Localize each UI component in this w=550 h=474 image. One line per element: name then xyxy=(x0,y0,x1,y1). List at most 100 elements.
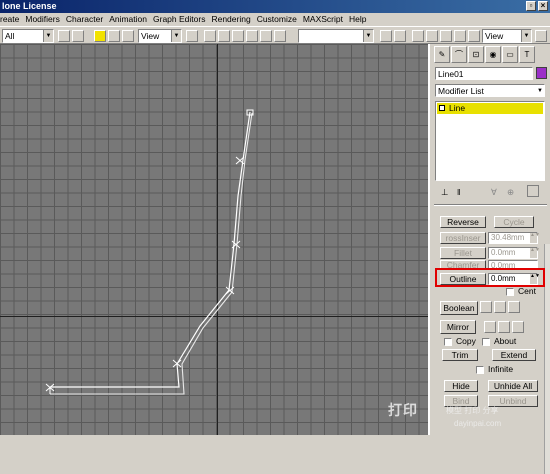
hierarchy-tab-icon[interactable]: ⊡ xyxy=(468,46,484,63)
select-object-icon[interactable] xyxy=(58,30,70,42)
rotate-icon[interactable] xyxy=(108,30,120,42)
scale-icon[interactable] xyxy=(122,30,134,42)
render-last-icon[interactable] xyxy=(535,30,547,42)
vertex-4[interactable] xyxy=(225,286,235,295)
subtraction-icon[interactable] xyxy=(494,301,506,313)
make-unique-icon[interactable]: ∀ xyxy=(491,187,497,198)
intersection-icon[interactable] xyxy=(508,301,520,313)
chevron-down-icon: ▼ xyxy=(363,30,373,42)
reference-coord-value: View xyxy=(141,31,160,41)
move-icon[interactable] xyxy=(94,30,106,42)
object-name-field[interactable]: Line01 xyxy=(435,67,533,80)
copy-checkbox[interactable] xyxy=(444,338,452,346)
bind-space-warp-icon[interactable] xyxy=(232,30,244,42)
line01-shape[interactable] xyxy=(0,44,430,435)
cycle-button[interactable]: Cycle xyxy=(494,216,534,228)
curve-editor-icon[interactable] xyxy=(412,30,424,42)
chevron-down-icon: ▼ xyxy=(171,30,181,42)
align-icon[interactable] xyxy=(394,30,406,42)
menu-modifiers[interactable]: Modifiers xyxy=(25,13,59,26)
line01-spline[interactable] xyxy=(50,111,251,388)
front-viewport[interactable] xyxy=(0,44,430,435)
unlink-icon[interactable] xyxy=(218,30,230,42)
stack-item-label: Line xyxy=(449,103,466,113)
menu-help[interactable]: Help xyxy=(349,13,366,26)
mirror-both-icon[interactable] xyxy=(512,321,524,333)
outline-highlight-box xyxy=(435,268,545,287)
percent-snap-icon[interactable] xyxy=(274,30,286,42)
boolean-button[interactable]: Boolean xyxy=(440,301,478,315)
close-button[interactable]: × xyxy=(538,1,548,11)
union-icon[interactable] xyxy=(480,301,492,313)
named-selection-dropdown[interactable]: ▼ xyxy=(298,29,374,43)
watermark-url: dayinpai.com xyxy=(454,419,502,428)
infinite-bounds-label: Infinite xyxy=(488,364,514,374)
pivot-center-icon[interactable] xyxy=(186,30,198,42)
schematic-view-icon[interactable] xyxy=(426,30,438,42)
menu-graph-editors[interactable]: Graph Editors xyxy=(153,13,205,26)
mirror-icon[interactable] xyxy=(380,30,392,42)
quick-render-icon[interactable] xyxy=(468,30,480,42)
select-by-name-icon[interactable] xyxy=(72,30,84,42)
angle-snap-icon[interactable] xyxy=(260,30,272,42)
vertex-3[interactable] xyxy=(231,240,241,249)
menu-maxscript[interactable]: MAXScript xyxy=(303,13,343,26)
object-name-value: Line01 xyxy=(438,69,464,79)
window-title: lone License xyxy=(2,1,57,11)
watermark-tagline: 模型 打印 分享 xyxy=(446,406,499,415)
modify-tab-icon[interactable]: ⌒ xyxy=(451,46,467,63)
menu-rendering[interactable]: Rendering xyxy=(211,13,250,26)
pin-stack-icon[interactable]: ⊥ xyxy=(441,187,448,198)
reference-coord-dropdown[interactable]: View ▼ xyxy=(138,29,182,43)
motion-tab-icon[interactable]: ◉ xyxy=(485,46,501,63)
menu-animation[interactable]: Animation xyxy=(109,13,147,26)
snap-icon[interactable] xyxy=(246,30,258,42)
reverse-button[interactable]: Reverse xyxy=(440,216,486,228)
title-bar: lone License ▫ × xyxy=(0,0,550,13)
show-end-result-icon[interactable]: ‖ xyxy=(457,187,461,198)
mirror-horizontal-icon[interactable] xyxy=(484,321,496,333)
render-scene-icon[interactable] xyxy=(454,30,466,42)
mirror-vertical-icon[interactable] xyxy=(498,321,510,333)
modifier-stack[interactable]: Line xyxy=(435,101,545,181)
cross-insert-button[interactable]: rossInser xyxy=(440,232,486,244)
vertex-markers[interactable] xyxy=(45,109,254,392)
command-panel: ✎ ⌒ ⊡ ◉ ▭ T Line01 Modifier List ▼ Line … xyxy=(432,44,550,474)
create-tab-icon[interactable]: ✎ xyxy=(434,46,450,63)
stack-toolbar: ⊥ ‖ ∀ ⊕ xyxy=(435,184,545,200)
selection-filter-value: All xyxy=(5,31,15,41)
material-editor-icon[interactable] xyxy=(440,30,452,42)
fillet-button[interactable]: Fillet xyxy=(440,247,486,259)
cross-insert-spinner[interactable]: 30.48mm ▲▼ xyxy=(488,232,540,244)
hide-button[interactable]: Hide xyxy=(444,380,478,392)
unhide-all-button[interactable]: Unhide All xyxy=(488,380,538,392)
menu-customize[interactable]: Customize xyxy=(257,13,297,26)
modifier-list-dropdown[interactable]: Modifier List ▼ xyxy=(435,84,545,97)
display-tab-icon[interactable]: ▭ xyxy=(502,46,518,63)
trim-button[interactable]: Trim xyxy=(442,349,478,361)
selection-filter-dropdown[interactable]: All ▼ xyxy=(2,29,54,43)
spinner-arrows-icon[interactable]: ▲▼ xyxy=(530,248,540,258)
menu-character[interactable]: Character xyxy=(66,13,103,26)
stack-item-line[interactable]: Line xyxy=(437,103,543,114)
mirror-button[interactable]: Mirror xyxy=(440,320,476,334)
configure-sets-icon[interactable] xyxy=(527,185,539,197)
spinner-arrows-icon[interactable]: ▲▼ xyxy=(530,233,540,243)
watermark-logo: 打印 xyxy=(388,402,418,418)
infinite-bounds-checkbox[interactable] xyxy=(476,366,484,374)
fillet-spinner[interactable]: 0.0mm ▲▼ xyxy=(488,247,540,259)
select-link-icon[interactable] xyxy=(204,30,216,42)
utilities-tab-icon[interactable]: T xyxy=(519,46,535,63)
expand-icon[interactable] xyxy=(439,105,445,111)
object-color-swatch[interactable] xyxy=(536,67,547,79)
about-pivot-checkbox[interactable] xyxy=(482,338,490,346)
menu-bar: reate Modifiers Character Animation Grap… xyxy=(0,13,550,26)
menu-create[interactable]: reate xyxy=(0,13,19,26)
center-checkbox[interactable] xyxy=(506,288,514,296)
restore-button[interactable]: ▫ xyxy=(526,1,536,11)
render-type-dropdown[interactable]: View ▼ xyxy=(482,29,532,43)
extend-button[interactable]: Extend xyxy=(492,349,536,361)
remove-modifier-icon[interactable]: ⊕ xyxy=(507,187,514,198)
cross-insert-value: 30.48mm xyxy=(491,233,525,242)
about-pivot-label: About xyxy=(494,336,517,346)
